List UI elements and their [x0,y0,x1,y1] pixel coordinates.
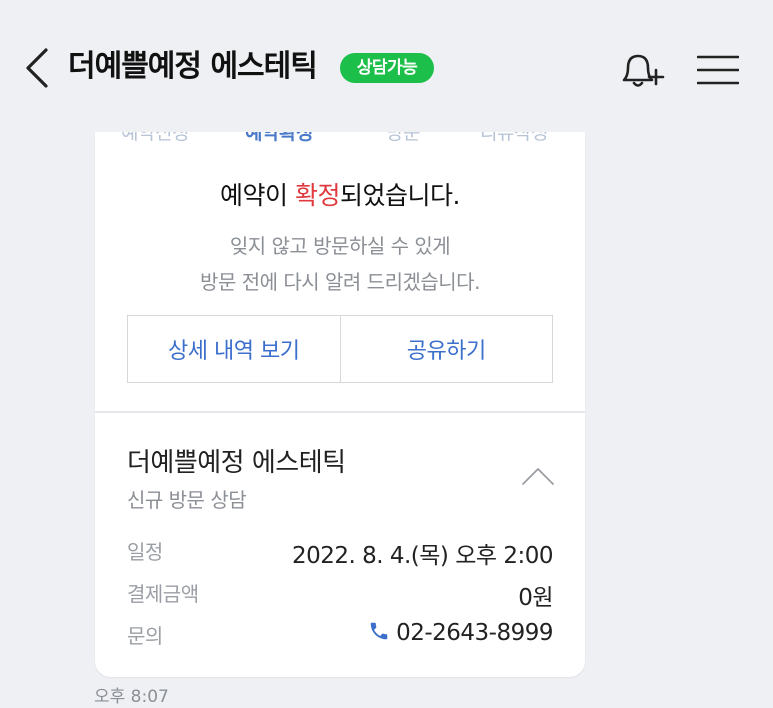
phone-icon [370,622,388,640]
action-buttons: 상세 내역 보기 공유하기 [127,315,553,383]
step-confirmed: 예약확정 [245,132,313,144]
back-icon[interactable] [22,44,52,92]
subtext-line: 잊지 않고 방문하실 수 있게 [229,234,451,258]
reservation-card: 예약신청 예약확정 방문 리뷰작성 예약이 확정되었습니다. 잊지 않고 방문하… [95,132,585,677]
message-timestamp: 오후 8:07 [94,687,169,707]
headline-prefix: 예약이 [220,181,295,210]
subtext-line: 방문 전에 다시 알려 드리겠습니다. [200,270,480,294]
payment-row: 결제금액 0원 [127,578,553,611]
step-review: 리뷰작성 [480,132,548,144]
chat-header: 더예쁠예정 에스테틱 상담가능 [0,0,773,130]
payment-label: 결제금액 [127,582,199,606]
step-visit: 방문 [386,132,420,144]
headline-suffix: 되었습니다. [340,181,460,210]
share-button[interactable]: 공유하기 [339,316,553,382]
schedule-row: 일정 2022. 8. 4.(목) 오후 2:00 [127,536,554,569]
inquiry-label: 문의 [127,624,163,648]
divider [95,411,585,413]
status-badge: 상담가능 [340,53,434,83]
headline-highlight: 확정 [294,181,341,210]
payment-value: 0원 [518,585,553,611]
service-name: 신규 방문 상담 [127,488,247,512]
schedule-value: 2022. 8. 4.(목) 오후 2:00 [291,543,554,569]
chevron-up-icon[interactable] [521,465,555,487]
bell-plus-icon[interactable] [618,48,666,90]
schedule-label: 일정 [127,540,163,564]
chat-screen: 더예쁠예정 에스테틱 상담가능 예약신청 예약확정 방문 리뷰작성 예약이 확정… [0,0,773,708]
step-request: 예약신청 [121,132,189,144]
phone-number: 02-2643-8999 [396,620,553,646]
menu-icon[interactable] [697,54,739,86]
confirmation-subtext: 잊지 않고 방문하실 수 있게 방문 전에 다시 알려 드리겠습니다. [95,228,585,300]
phone-link[interactable]: 02-2643-8999 [368,620,553,646]
shop-name: 더예쁠예정 에스테틱 [127,448,346,478]
view-details-button[interactable]: 상세 내역 보기 [128,316,340,382]
inquiry-row: 문의 02-2643-8999 [127,620,553,652]
progress-steps: 예약신청 예약확정 방문 리뷰작성 [95,132,585,150]
page-title: 더예쁠예정 에스테틱 [68,49,318,84]
confirmation-headline: 예약이 확정되었습니다. [95,176,585,212]
